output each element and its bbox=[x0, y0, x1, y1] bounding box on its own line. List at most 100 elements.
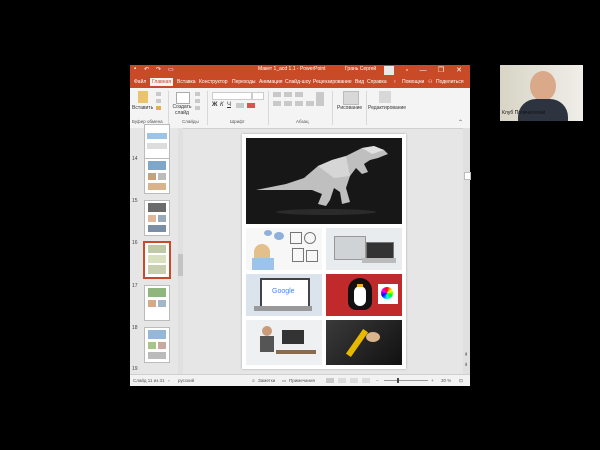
align-right-icon[interactable] bbox=[295, 101, 303, 106]
strikethrough-icon[interactable] bbox=[236, 103, 244, 108]
justify-icon[interactable] bbox=[306, 101, 314, 106]
tab-slideshow[interactable]: Слайд-шоу bbox=[285, 79, 311, 85]
search-icon[interactable] bbox=[379, 91, 391, 103]
ribbon-display-icon[interactable]: ▫ bbox=[400, 65, 414, 77]
prev-slide-icon[interactable]: ⇞ bbox=[464, 352, 468, 358]
restore-button[interactable]: ❐ bbox=[434, 65, 448, 77]
redo-icon[interactable]: ↷ bbox=[156, 66, 161, 73]
font-size-select[interactable] bbox=[252, 92, 264, 100]
slide-thumbnail[interactable] bbox=[144, 285, 170, 321]
tab-file[interactable]: Файл bbox=[134, 79, 146, 85]
thumb-image bbox=[158, 215, 166, 222]
woman-thinking-image[interactable] bbox=[246, 228, 322, 270]
minimize-button[interactable]: — bbox=[416, 65, 430, 77]
dinosaur-image[interactable] bbox=[246, 138, 402, 224]
account-avatar[interactable] bbox=[384, 66, 394, 75]
thumb-image bbox=[158, 173, 166, 180]
slide-scrollbar[interactable]: ⇞ ⇟ bbox=[463, 128, 471, 374]
slide-thumbnail[interactable] bbox=[144, 158, 170, 194]
tab-design[interactable]: Конструктор bbox=[199, 79, 228, 85]
comments-icon[interactable]: ▭ bbox=[282, 378, 286, 384]
undo-icon[interactable]: ↶ bbox=[144, 66, 149, 73]
linux-penguin-image[interactable] bbox=[326, 274, 402, 316]
window-title: Макет 1_acd 1.1 - PowerPoint bbox=[258, 66, 326, 72]
font-color-icon[interactable] bbox=[247, 103, 255, 108]
slide-canvas[interactable]: Google bbox=[242, 134, 406, 369]
notes-icon[interactable]: ≡ bbox=[252, 378, 255, 383]
tab-review[interactable]: Рецензирование bbox=[313, 79, 352, 85]
close-button[interactable]: ✕ bbox=[452, 65, 466, 77]
layout-icon[interactable] bbox=[195, 92, 200, 96]
zoom-level[interactable]: 30 % bbox=[441, 378, 451, 383]
copy-icon[interactable] bbox=[156, 99, 161, 103]
slide-thumbnail[interactable] bbox=[144, 327, 170, 363]
tab-transitions[interactable]: Переходы bbox=[232, 79, 255, 85]
thumbnail-pane[interactable]: 14 15 16 17 18 19 bbox=[130, 124, 179, 374]
drawing-button[interactable]: Рисование bbox=[337, 105, 362, 111]
zoom-slider[interactable] bbox=[384, 378, 428, 383]
zoom-out-icon[interactable]: − bbox=[376, 378, 379, 383]
paste-button[interactable]: Вставить bbox=[132, 105, 153, 111]
soldering-image[interactable] bbox=[326, 320, 402, 365]
thumbnail-scroll-thumb[interactable] bbox=[178, 254, 183, 276]
thumb-image bbox=[148, 342, 156, 349]
shapes-icon[interactable] bbox=[343, 91, 359, 105]
comments-button[interactable]: Примечания bbox=[289, 378, 315, 383]
tell-me-search[interactable]: Помощни bbox=[402, 79, 424, 85]
start-slideshow-icon[interactable]: ▭ bbox=[168, 66, 174, 73]
new-slide-icon[interactable] bbox=[176, 92, 190, 104]
tab-help[interactable]: Справка bbox=[367, 79, 387, 85]
zoom-slider-thumb[interactable] bbox=[397, 378, 399, 383]
office-workstation-image[interactable] bbox=[246, 320, 322, 365]
editing-button[interactable]: Редактирование bbox=[368, 105, 406, 111]
google-laptop-image[interactable]: Google bbox=[246, 274, 322, 316]
underline-icon[interactable]: Ч bbox=[227, 102, 231, 108]
zoom-in-icon[interactable]: + bbox=[431, 378, 434, 383]
slide-scroll-thumb[interactable] bbox=[464, 172, 471, 180]
align-left-icon[interactable] bbox=[273, 101, 281, 106]
slide-thumbnail[interactable] bbox=[144, 200, 170, 236]
tab-animation[interactable]: Анимация bbox=[259, 79, 282, 85]
tab-insert[interactable]: Вставка bbox=[177, 79, 196, 85]
share-icon[interactable]: ⚇ bbox=[428, 79, 432, 85]
paste-icon[interactable] bbox=[138, 91, 148, 103]
computer-image[interactable] bbox=[326, 228, 402, 270]
cut-icon[interactable] bbox=[156, 92, 161, 96]
slide-thumbnail-selected[interactable] bbox=[143, 241, 171, 279]
reset-icon[interactable] bbox=[195, 99, 200, 103]
font-name-select[interactable] bbox=[212, 92, 252, 100]
indent-icon[interactable] bbox=[295, 92, 303, 97]
thumb-image bbox=[147, 143, 167, 149]
align-center-icon[interactable] bbox=[284, 101, 292, 106]
slide-thumbnail[interactable] bbox=[144, 124, 170, 160]
reading-view-icon[interactable] bbox=[350, 378, 358, 383]
new-slide-button[interactable]: Создать слайд bbox=[172, 104, 192, 116]
share-button[interactable]: Поделиться bbox=[436, 79, 464, 85]
collapse-ribbon-icon[interactable]: ⌃ bbox=[458, 119, 463, 126]
lightbulb-icon[interactable]: ♀ bbox=[393, 79, 397, 85]
tab-home[interactable]: Главная bbox=[150, 78, 174, 86]
language-indicator[interactable]: русский bbox=[178, 378, 194, 383]
numbering-icon[interactable] bbox=[284, 92, 292, 97]
bold-icon[interactable]: Ж bbox=[212, 102, 217, 108]
tab-view[interactable]: Вид bbox=[355, 79, 364, 85]
slide-sorter-icon[interactable] bbox=[338, 378, 346, 383]
bullets-icon[interactable] bbox=[273, 92, 281, 97]
fit-slide-icon[interactable]: ⊡ bbox=[459, 378, 463, 384]
thumbnail-number: 18 bbox=[132, 325, 138, 331]
cube-drawing bbox=[290, 232, 302, 244]
title-bar: ▪ ↶ ↷ ▭ Макет 1_acd 1.1 - PowerPoint Гра… bbox=[130, 65, 470, 77]
spellcheck-icon[interactable]: ▫ bbox=[168, 378, 170, 383]
thumbnail-number: 15 bbox=[132, 198, 138, 204]
account-name[interactable]: Грань Сергей bbox=[345, 66, 376, 72]
save-icon[interactable]: ▪ bbox=[134, 66, 136, 72]
next-slide-icon[interactable]: ⇟ bbox=[464, 362, 468, 368]
section-icon[interactable] bbox=[195, 106, 200, 110]
normal-view-icon[interactable] bbox=[326, 378, 334, 383]
text-direction-icon[interactable] bbox=[316, 92, 324, 106]
italic-icon[interactable]: К bbox=[220, 102, 224, 108]
format-painter-icon[interactable] bbox=[156, 106, 161, 110]
thumbnail-scrollbar[interactable] bbox=[178, 128, 183, 374]
notes-button[interactable]: Заметки bbox=[258, 378, 275, 383]
slideshow-view-icon[interactable] bbox=[362, 378, 370, 383]
